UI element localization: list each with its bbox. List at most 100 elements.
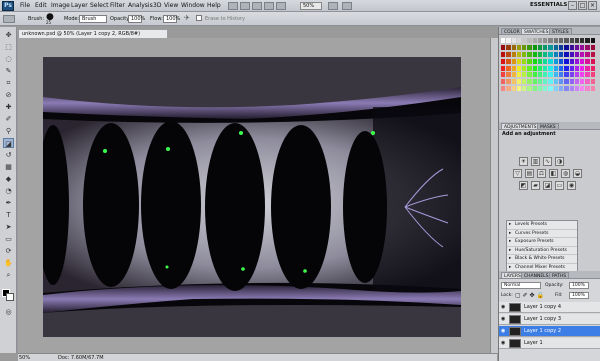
pen-tool-icon[interactable]: ✒: [3, 198, 14, 208]
color-swatch[interactable]: [590, 86, 595, 92]
color-swatch[interactable]: [522, 38, 527, 43]
color-swatch[interactable]: [585, 79, 590, 85]
maximize-button[interactable]: □: [578, 1, 587, 10]
document-tab[interactable]: unknown.psd @ 50% (Layer 1 copy 2, RGB/8…: [18, 29, 168, 38]
color-swatch[interactable]: [516, 65, 522, 71]
color-swatch[interactable]: [506, 72, 511, 78]
color-swatch[interactable]: [506, 86, 511, 92]
color-swatch[interactable]: [548, 51, 553, 57]
color-swatch[interactable]: [506, 44, 511, 50]
color-swatch[interactable]: [569, 44, 574, 50]
color-swatch[interactable]: [574, 58, 580, 64]
color-swatch[interactable]: [527, 51, 532, 57]
invert-icon[interactable]: ◩: [519, 181, 528, 190]
color-swatch[interactable]: [574, 86, 580, 92]
color-swatch[interactable]: [522, 79, 527, 85]
color-swatch[interactable]: [522, 65, 527, 71]
color-swatch[interactable]: [564, 38, 569, 43]
color-swatch[interactable]: [522, 58, 527, 64]
color-swatch[interactable]: [559, 38, 564, 43]
color-swatch[interactable]: [532, 79, 537, 85]
color-swatch[interactable]: [569, 58, 574, 64]
layer-row[interactable]: ◉ Layer 1: [499, 338, 600, 349]
color-swatch[interactable]: [580, 86, 585, 92]
color-swatch[interactable]: [564, 44, 569, 50]
lock-icons[interactable]: ▢ ✐ ✥ 🔒: [515, 292, 544, 299]
rotate-view-icon[interactable]: [276, 2, 286, 10]
color-swatch[interactable]: [580, 58, 585, 64]
vertical-scrollbar[interactable]: [490, 38, 498, 353]
color-swatch[interactable]: [537, 72, 543, 78]
menu-view[interactable]: View: [164, 2, 178, 9]
color-swatch[interactable]: [543, 86, 548, 92]
menu-filter[interactable]: Filter: [110, 2, 125, 9]
quick-select-tool-icon[interactable]: ✎: [3, 66, 14, 76]
color-swatch[interactable]: [532, 72, 537, 78]
preset-curves[interactable]: Curves Presets: [507, 230, 577, 238]
color-swatch[interactable]: [580, 38, 585, 43]
color-swatch[interactable]: [527, 86, 532, 92]
color-swatch[interactable]: [511, 72, 516, 78]
color-swatch[interactable]: [501, 51, 506, 57]
color-swatch[interactable]: [553, 72, 559, 78]
color-swatch[interactable]: [522, 51, 527, 57]
color-swatch[interactable]: [580, 79, 585, 85]
black-white-icon[interactable]: ◧: [549, 169, 558, 178]
color-swatch[interactable]: [522, 72, 527, 78]
hand-tool-icon[interactable]: ✋: [3, 258, 14, 268]
color-swatch[interactable]: [580, 72, 585, 78]
color-swatch[interactable]: [559, 79, 564, 85]
color-swatch[interactable]: [590, 38, 595, 43]
color-swatch[interactable]: [511, 58, 516, 64]
color-swatch[interactable]: [543, 38, 548, 43]
menu-select[interactable]: Select: [90, 2, 109, 9]
color-swatch[interactable]: [585, 44, 590, 50]
horizontal-scrollbar[interactable]: 50% Doc: 7.60M/67.7M: [18, 353, 497, 361]
background-color-swatch[interactable]: [6, 293, 14, 301]
color-swatch[interactable]: [564, 79, 569, 85]
color-swatch[interactable]: [527, 58, 532, 64]
minibridge-icon[interactable]: [240, 2, 250, 10]
color-swatch[interactable]: [553, 51, 559, 57]
color-swatch[interactable]: [516, 79, 522, 85]
curves-icon[interactable]: ∿: [543, 157, 552, 166]
color-swatch[interactable]: [574, 65, 580, 71]
color-swatch[interactable]: [522, 86, 527, 92]
color-swatch[interactable]: [537, 65, 543, 71]
color-swatch[interactable]: [527, 44, 532, 50]
posterize-icon[interactable]: ▰: [531, 181, 540, 190]
color-swatch[interactable]: [548, 79, 553, 85]
color-swatch[interactable]: [501, 38, 506, 43]
tab-channels[interactable]: CHANNELS: [521, 272, 552, 279]
color-swatch[interactable]: [511, 44, 516, 50]
type-tool-icon[interactable]: T: [3, 210, 14, 220]
marquee-tool-icon[interactable]: ⬚: [3, 42, 14, 52]
color-swatch[interactable]: [569, 86, 574, 92]
tab-adjustments[interactable]: ADJUSTMENTS: [501, 123, 540, 130]
color-swatch[interactable]: [580, 65, 585, 71]
color-swatch[interactable]: [548, 58, 553, 64]
lasso-tool-icon[interactable]: ◌: [3, 54, 14, 64]
color-swatch[interactable]: [506, 58, 511, 64]
color-swatch[interactable]: [527, 79, 532, 85]
bridge-icon[interactable]: [228, 2, 238, 10]
layer-row-selected[interactable]: ◉ Layer 1 copy 2: [499, 326, 600, 337]
color-swatch[interactable]: [537, 58, 543, 64]
screen-mode-icon[interactable]: [342, 2, 352, 10]
color-swatch[interactable]: [559, 72, 564, 78]
color-swatch[interactable]: [564, 58, 569, 64]
brush-tool-icon[interactable]: ✐: [3, 114, 14, 124]
color-swatch[interactable]: [574, 51, 580, 57]
3d-rotate-tool-icon[interactable]: ⟳: [3, 246, 14, 256]
color-swatch[interactable]: [511, 38, 516, 43]
color-swatch[interactable]: [506, 65, 511, 71]
color-swatch[interactable]: [553, 65, 559, 71]
fill-field[interactable]: 100%: [569, 292, 589, 299]
color-swatch[interactable]: [532, 86, 537, 92]
gradient-map-icon[interactable]: ▭: [555, 181, 564, 190]
history-brush-tool-icon[interactable]: ↺: [3, 150, 14, 160]
color-swatch[interactable]: [553, 44, 559, 50]
color-swatch[interactable]: [548, 86, 553, 92]
blend-mode-select[interactable]: Normal: [501, 282, 541, 289]
color-swatch[interactable]: [511, 86, 516, 92]
